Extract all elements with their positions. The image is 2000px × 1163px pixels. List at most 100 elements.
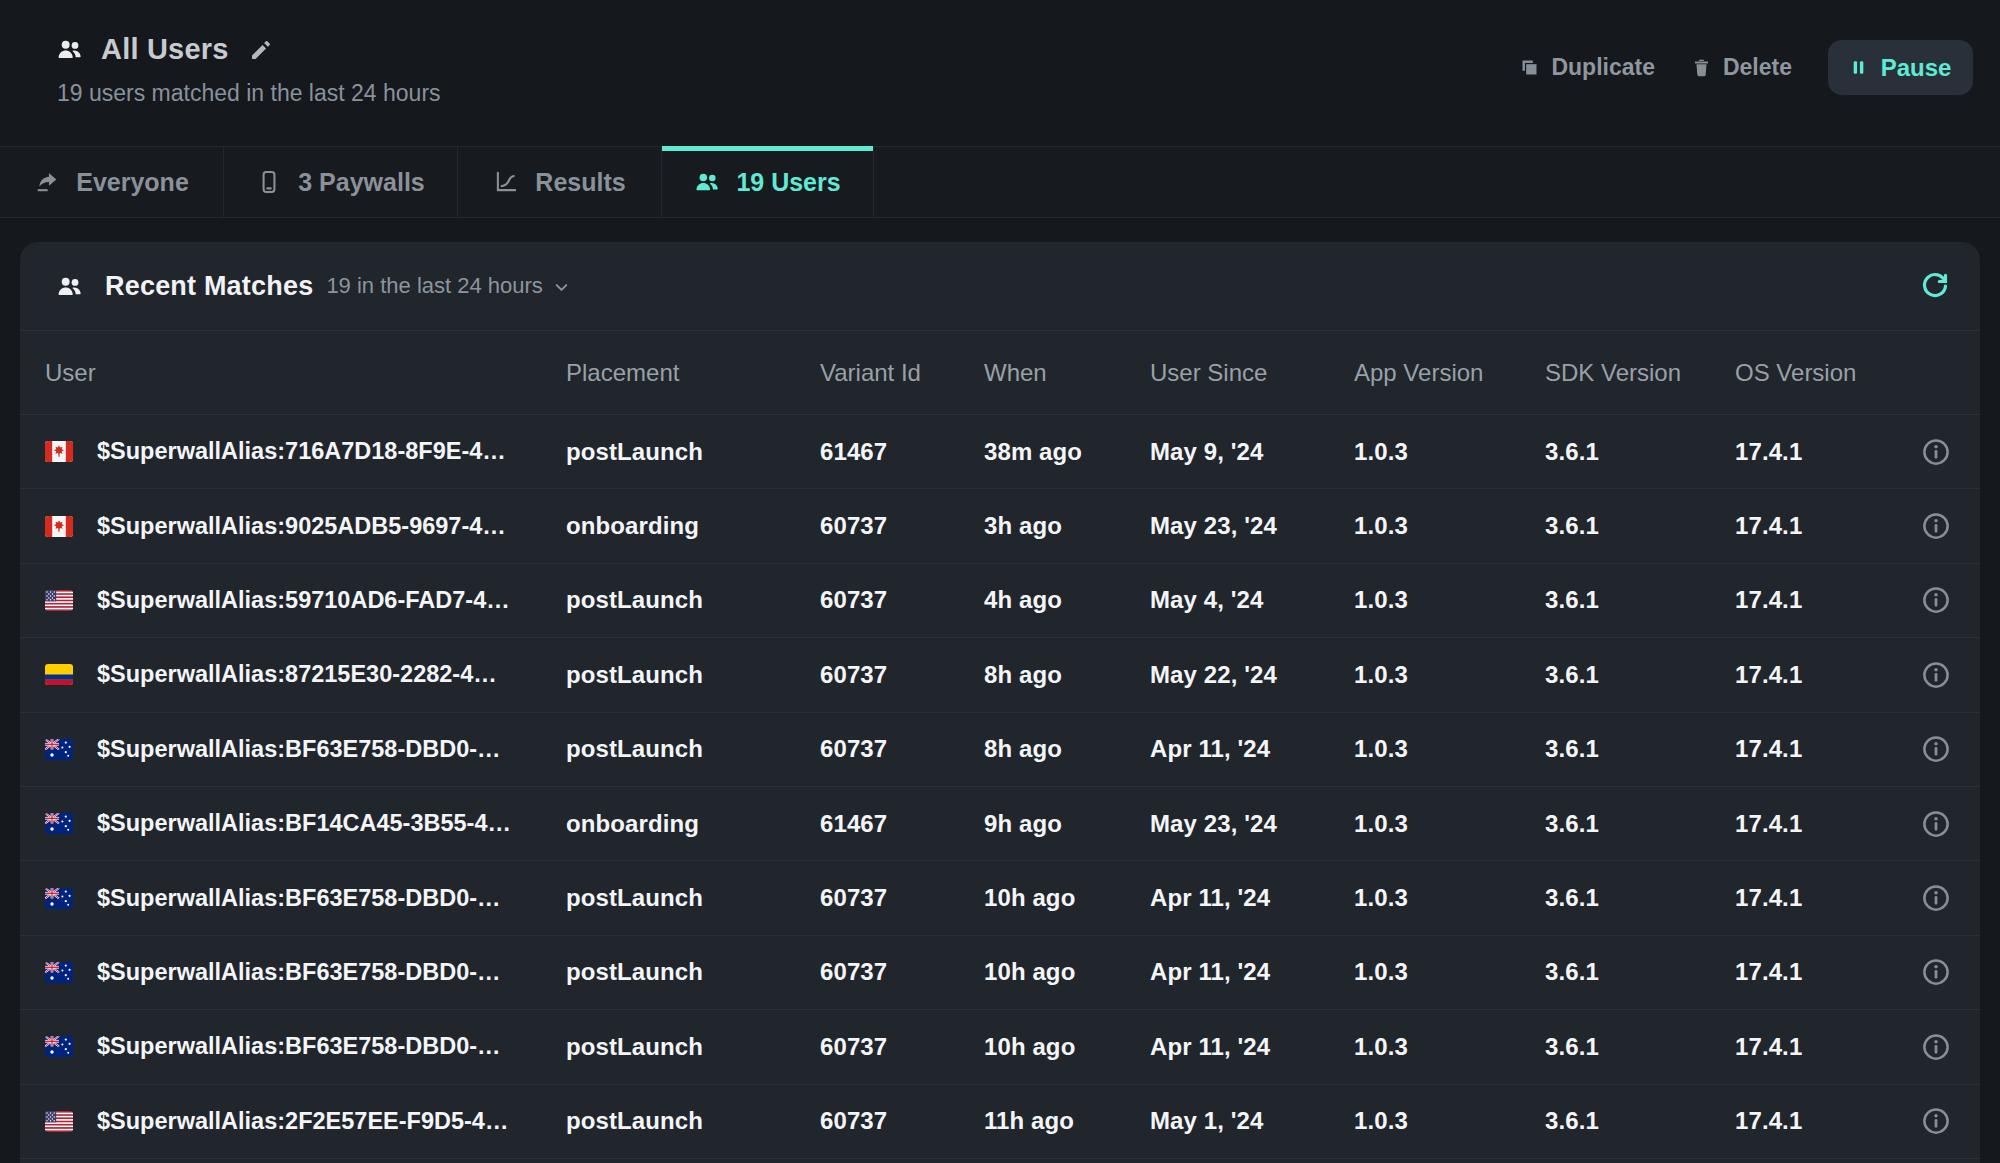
cell-user: $SuperwallAlias:BF63E758-DBD0-… <box>45 959 566 986</box>
flag-ca-icon <box>45 441 73 462</box>
cell-when: 10h ago <box>984 884 1150 912</box>
flag-co-icon <box>45 664 73 685</box>
cell-user: $SuperwallAlias:BF63E758-DBD0-… <box>45 1033 566 1060</box>
cell-sdk: 3.6.1 <box>1545 1033 1735 1061</box>
cell-when: 11h ago <box>984 1107 1150 1135</box>
cell-placement: onboarding <box>566 512 820 540</box>
table-row[interactable]: $SuperwallAlias:59710AD6-FAD7-4…postLaun… <box>20 564 1980 638</box>
table-row[interactable]: $SuperwallAlias:BF63E758-DBD0-…postLaunc… <box>20 713 1980 787</box>
column-header-user-since: User Since <box>1150 359 1354 387</box>
table-row[interactable]: $SuperwallAlias:87215E30-2282-4…postLaun… <box>20 638 1980 712</box>
refresh-button[interactable] <box>1920 271 1950 301</box>
panel-header: Recent Matches 19 in the last 24 hours <box>20 242 1980 331</box>
users-icon <box>56 273 83 300</box>
column-header-app-version: App Version <box>1354 359 1545 387</box>
delete-button[interactable]: Delete <box>1691 54 1792 81</box>
cell-since: May 4, '24 <box>1150 586 1354 614</box>
cell-placement: postLaunch <box>566 438 820 466</box>
cell-sdk: 3.6.1 <box>1545 512 1735 540</box>
cell-since: Apr 11, '24 <box>1150 1033 1354 1061</box>
cell-variant: 60737 <box>820 884 984 912</box>
cell-sdk: 3.6.1 <box>1545 438 1735 466</box>
cell-user: $SuperwallAlias:BF63E758-DBD0-… <box>45 736 566 763</box>
cell-user: $SuperwallAlias:716A7D18-8F9E-4… <box>45 438 566 465</box>
cell-placement: postLaunch <box>566 884 820 912</box>
chart-icon <box>493 169 519 195</box>
tab-paywalls[interactable]: 3 Paywalls <box>224 147 458 217</box>
recent-matches-panel: Recent Matches 19 in the last 24 hours U… <box>20 242 1980 1163</box>
cell-when: 38m ago <box>984 438 1150 466</box>
info-icon[interactable] <box>1921 585 1951 615</box>
column-header-user: User <box>45 359 566 387</box>
info-icon[interactable] <box>1921 511 1951 541</box>
info-icon[interactable] <box>1921 957 1951 987</box>
panel-subtitle[interactable]: 19 in the last 24 hours <box>326 273 542 299</box>
cell-app: 1.0.3 <box>1354 810 1545 838</box>
info-icon[interactable] <box>1921 734 1951 764</box>
edit-icon[interactable] <box>249 38 273 62</box>
column-header-sdk-version: SDK Version <box>1545 359 1735 387</box>
chevron-down-icon[interactable] <box>552 278 571 297</box>
cell-user: $SuperwallAlias:87215E30-2282-4… <box>45 661 566 688</box>
cell-placement: postLaunch <box>566 958 820 986</box>
cell-variant: 60737 <box>820 586 984 614</box>
cell-sdk: 3.6.1 <box>1545 884 1735 912</box>
cell-variant: 61467 <box>820 810 984 838</box>
pause-icon <box>1850 59 1867 76</box>
cell-user: $SuperwallAlias:BF14CA45-3B55-4… <box>45 810 566 837</box>
cell-when: 9h ago <box>984 810 1150 838</box>
cell-os: 17.4.1 <box>1735 735 1900 763</box>
tab-results[interactable]: Results <box>458 147 662 217</box>
cell-variant: 60737 <box>820 1107 984 1135</box>
flag-au-icon <box>45 888 73 909</box>
table-row[interactable]: $SuperwallAlias:2F2E57EE-F9D5-4…postLaun… <box>20 1085 1980 1159</box>
table-body: $SuperwallAlias:716A7D18-8F9E-4…postLaun… <box>20 415 1980 1159</box>
table-row[interactable]: $SuperwallAlias:716A7D18-8F9E-4…postLaun… <box>20 415 1980 489</box>
trash-icon <box>1691 57 1712 78</box>
cell-sdk: 3.6.1 <box>1545 661 1735 689</box>
info-icon[interactable] <box>1921 883 1951 913</box>
cell-os: 17.4.1 <box>1735 884 1900 912</box>
cell-placement: postLaunch <box>566 586 820 614</box>
cell-sdk: 3.6.1 <box>1545 810 1735 838</box>
table-row[interactable]: $SuperwallAlias:BF63E758-DBD0-…postLaunc… <box>20 861 1980 935</box>
cell-os: 17.4.1 <box>1735 586 1900 614</box>
cell-user: $SuperwallAlias:59710AD6-FAD7-4… <box>45 587 566 614</box>
info-icon[interactable] <box>1921 1032 1951 1062</box>
cell-os: 17.4.1 <box>1735 512 1900 540</box>
cell-when: 10h ago <box>984 1033 1150 1061</box>
cell-since: May 23, '24 <box>1150 512 1354 540</box>
info-icon[interactable] <box>1921 809 1951 839</box>
cell-since: Apr 11, '24 <box>1150 884 1354 912</box>
cell-since: May 22, '24 <box>1150 661 1354 689</box>
table-row[interactable]: $SuperwallAlias:BF14CA45-3B55-4…onboardi… <box>20 787 1980 861</box>
info-icon[interactable] <box>1921 437 1951 467</box>
users-icon <box>56 36 83 63</box>
table-row[interactable]: $SuperwallAlias:BF63E758-DBD0-…postLaunc… <box>20 1010 1980 1084</box>
duplicate-button[interactable]: Duplicate <box>1519 54 1655 81</box>
table-row[interactable]: $SuperwallAlias:9025ADB5-9697-4…onboardi… <box>20 489 1980 563</box>
table-row[interactable]: $SuperwallAlias:BF63E758-DBD0-…postLaunc… <box>20 936 1980 1010</box>
cell-since: Apr 11, '24 <box>1150 958 1354 986</box>
flag-us-icon <box>45 590 73 611</box>
flag-au-icon <box>45 739 73 760</box>
column-header-variant-id: Variant Id <box>820 359 984 387</box>
cell-app: 1.0.3 <box>1354 1107 1545 1135</box>
table-header: UserPlacementVariant IdWhenUser SinceApp… <box>20 331 1980 415</box>
cell-variant: 60737 <box>820 1033 984 1061</box>
flag-au-icon <box>45 1036 73 1057</box>
cell-when: 10h ago <box>984 958 1150 986</box>
cell-os: 17.4.1 <box>1735 438 1900 466</box>
duplicate-icon <box>1519 57 1540 78</box>
tab-users[interactable]: 19 Users <box>662 147 874 217</box>
cell-variant: 60737 <box>820 958 984 986</box>
cell-app: 1.0.3 <box>1354 438 1545 466</box>
column-header-when: When <box>984 359 1150 387</box>
cell-user: $SuperwallAlias:BF63E758-DBD0-… <box>45 885 566 912</box>
info-icon[interactable] <box>1921 660 1951 690</box>
pause-button[interactable]: Pause <box>1828 40 1973 95</box>
cell-when: 8h ago <box>984 661 1150 689</box>
tab-everyone[interactable]: Everyone <box>0 147 224 217</box>
flag-au-icon <box>45 962 73 983</box>
info-icon[interactable] <box>1921 1106 1951 1136</box>
